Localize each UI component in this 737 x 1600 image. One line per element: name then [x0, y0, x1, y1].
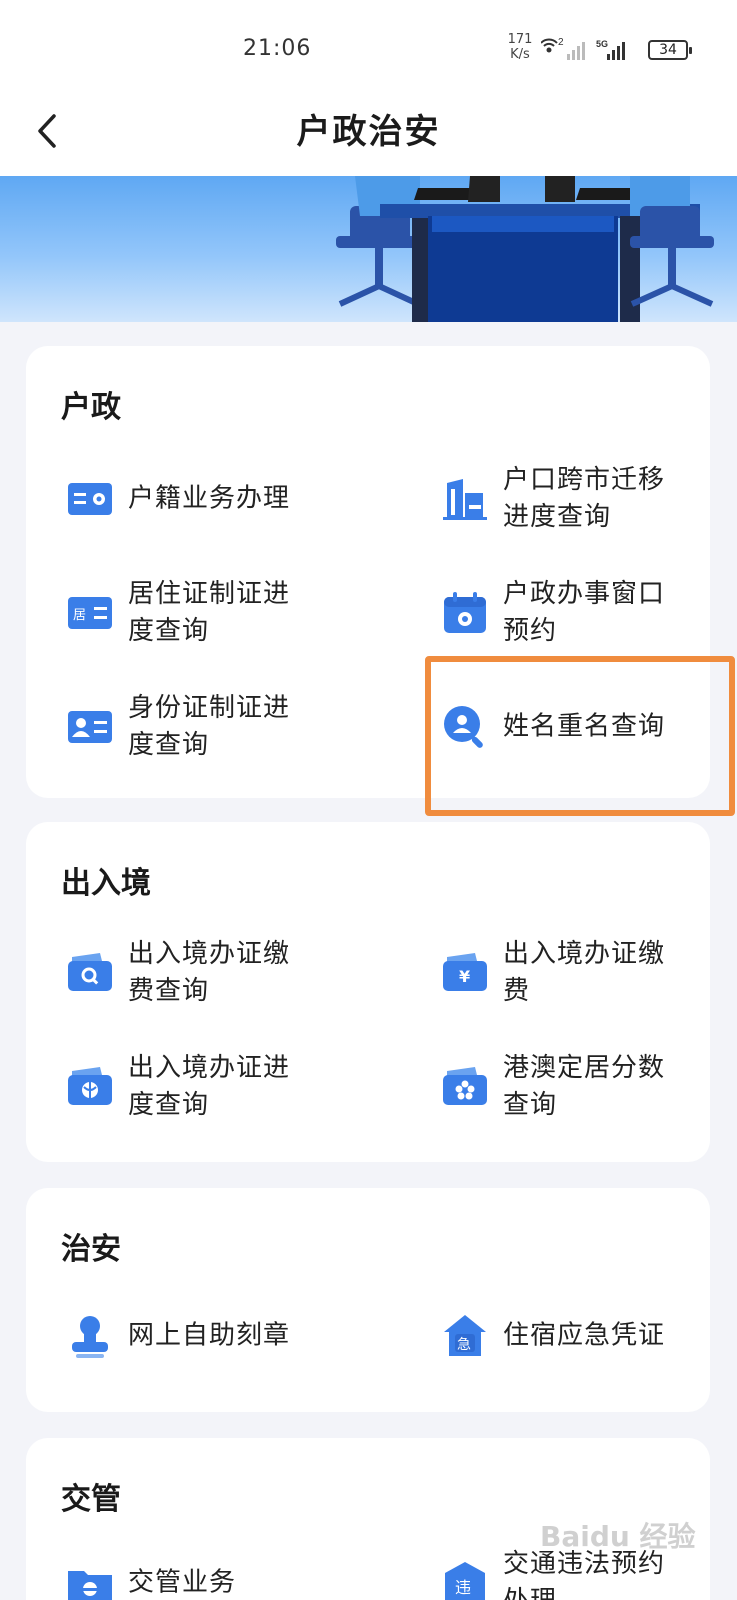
watermark: Baidu 经验	[540, 1520, 696, 1553]
svg-text:居: 居	[73, 608, 86, 623]
svg-text:2: 2	[558, 37, 564, 48]
service-item[interactable]: 急 住宿应急凭证	[441, 1291, 737, 1381]
wallet-yuan-icon: ¥	[443, 953, 487, 991]
service-item[interactable]: 户口跨市迁移进度查询	[441, 454, 737, 544]
signal-icons: 2 5G	[540, 36, 641, 68]
service-item[interactable]: 出入境办证进度查询	[66, 1042, 366, 1132]
section-card-huzheng: 户政 户籍业务办理 户口跨市迁移进度查询 居 居住证制证进度查询 户政办事窗口预…	[26, 346, 710, 798]
signal-icon: 2 5G	[540, 37, 625, 60]
violation-icon: 违	[445, 1562, 485, 1600]
wallet-flower-icon	[443, 1067, 487, 1105]
service-item[interactable]: 姓名重名查询	[441, 682, 737, 772]
house-urgent-icon: 急	[444, 1315, 486, 1356]
svg-text:违: 违	[455, 1578, 471, 1597]
section-title: 出入境	[61, 866, 151, 901]
office-illustration	[336, 176, 714, 322]
identity-card-icon	[68, 711, 112, 743]
wallet-search-icon	[68, 953, 112, 991]
stamp-icon	[72, 1316, 108, 1358]
svg-text:急: 急	[457, 1337, 471, 1353]
net-speed: 171 K/s	[507, 32, 533, 62]
residence-card-icon: 居	[68, 597, 112, 629]
page-title: 户政治安	[296, 112, 441, 152]
section-card-churujing: 出入境 出入境办证缴费查询 ¥ 出入境办证缴费 出入境办证进度查询 港澳定居分数…	[26, 822, 710, 1162]
service-item[interactable]: ¥ 出入境办证缴费	[441, 928, 737, 1018]
service-item[interactable]: 港澳定居分数查询	[441, 1042, 737, 1132]
id-card-icon	[68, 483, 112, 515]
calendar-icon	[444, 592, 486, 633]
wallet-globe-icon	[68, 1067, 112, 1105]
service-item[interactable]: 居 居住证制证进度查询	[66, 568, 366, 658]
status-bar: 21:06 171 K/s 2 5G 34	[0, 0, 737, 90]
section-title: 户政	[61, 390, 121, 425]
battery-indicator: 34	[648, 40, 692, 60]
service-item[interactable]: 户政办事窗口预约	[441, 568, 737, 658]
service-item[interactable]: 户籍业务办理	[66, 454, 366, 544]
nav-bar: 户政治安	[0, 90, 737, 176]
service-item[interactable]: 出入境办证缴费查询	[66, 928, 366, 1018]
banner-illustration	[0, 176, 737, 322]
status-time: 21:06	[243, 36, 312, 61]
svg-text:5G: 5G	[596, 39, 608, 49]
building-icon	[443, 479, 487, 520]
service-item[interactable]: 身份证制证进度查询	[66, 682, 366, 772]
folder-police-icon	[68, 1571, 112, 1600]
svg-text:¥: ¥	[459, 967, 470, 986]
service-item[interactable]: 网上自助刻章	[66, 1291, 366, 1381]
service-item[interactable]: 交管业务	[66, 1538, 366, 1600]
person-search-icon	[444, 706, 483, 748]
section-title: 治安	[61, 1232, 121, 1267]
section-card-zhian: 治安 网上自助刻章 急 住宿应急凭证	[26, 1188, 710, 1412]
section-title: 交管	[61, 1482, 121, 1517]
